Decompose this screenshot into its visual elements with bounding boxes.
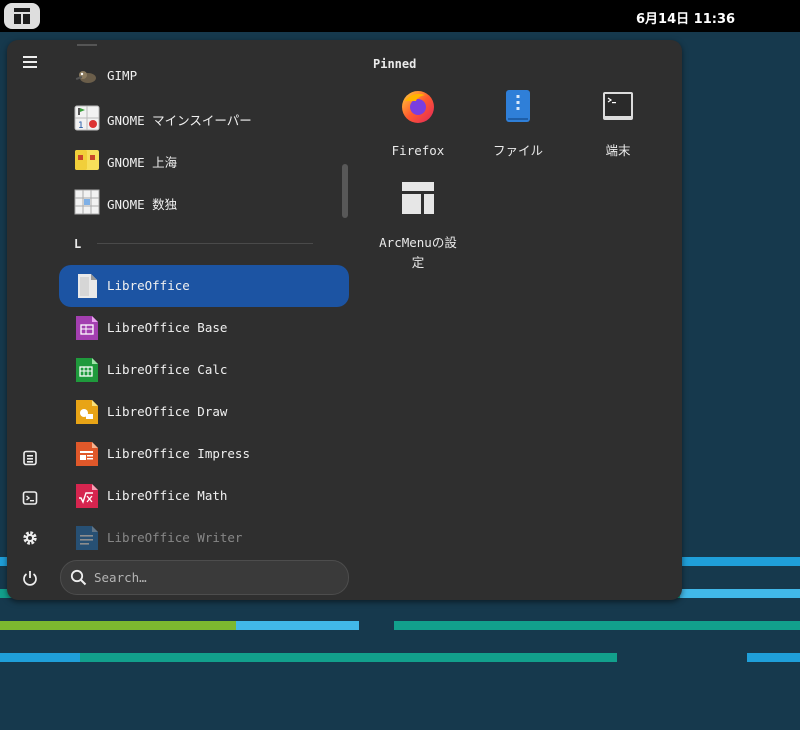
sudoku-icon — [74, 189, 100, 215]
arcmenu-settings-icon — [402, 182, 434, 214]
list-item-libreoffice-impress[interactable]: LibreOffice Impress — [59, 433, 349, 475]
pinned-title: Pinned — [373, 57, 417, 71]
list-item-libreoffice-math[interactable]: LibreOffice Math — [59, 475, 349, 517]
section-divider — [97, 243, 313, 244]
clock[interactable]: 6月14日 11:36 — [636, 8, 735, 27]
wallpaper-stripe — [0, 621, 236, 630]
pinned-label: 端末 — [605, 143, 631, 158]
wallpaper-stripe — [394, 621, 800, 630]
settings-button[interactable] — [17, 525, 43, 551]
wallpaper-stripe — [236, 621, 359, 630]
arcmenu-icon — [14, 8, 30, 24]
libreoffice-calc-icon — [76, 358, 98, 382]
list-item-mines[interactable]: 1 GNOME マインスイーパー — [59, 97, 349, 139]
pinned-label: Firefox — [391, 143, 445, 158]
list-item-libreoffice-writer[interactable]: LibreOffice Writer — [59, 517, 349, 550]
svg-text:1: 1 — [78, 121, 84, 131]
list-item-libreoffice[interactable]: LibreOffice — [59, 265, 349, 307]
list-item-label: LibreOffice Writer — [107, 530, 243, 545]
pinned-label: ArcMenuの設定 — [379, 235, 457, 270]
list-item-label: GIMP — [107, 68, 138, 83]
list-item-partial — [77, 44, 97, 46]
terminal-button[interactable] — [17, 485, 43, 511]
wallpaper-stripe — [0, 653, 80, 662]
libreoffice-draw-icon — [76, 400, 98, 424]
firefox-icon — [402, 91, 434, 123]
power-icon — [23, 571, 37, 586]
list-item-label: LibreOffice Draw — [107, 404, 228, 419]
pinned-firefox[interactable]: Firefox — [371, 87, 465, 161]
search-placeholder: Search… — [94, 570, 147, 585]
wallpaper-stripe — [680, 589, 800, 598]
list-item-libreoffice-draw[interactable]: LibreOffice Draw — [59, 391, 349, 433]
gimp-icon — [75, 71, 96, 83]
section-header: L — [74, 237, 82, 251]
libreoffice-icon — [78, 274, 97, 298]
wallpaper-stripe — [747, 653, 800, 662]
pinned-terminal[interactable]: 端末 — [571, 87, 665, 161]
list-item-gimp[interactable]: GIMP — [59, 55, 349, 97]
list-item-label: GNOME 上海 — [107, 155, 178, 170]
list-item-libreoffice-base[interactable]: LibreOffice Base — [59, 307, 349, 349]
menu-icon — [23, 56, 37, 68]
arcmenu-panel: GIMP 1 GNOME マインスイーパー GNOME 上海 GNOME 数独 … — [7, 40, 682, 600]
list-item-sudoku[interactable]: GNOME 数独 — [59, 181, 349, 223]
list-item-label: LibreOffice — [107, 278, 190, 293]
list-item-label: LibreOffice Math — [107, 488, 228, 503]
libreoffice-math-icon — [76, 484, 98, 508]
wallpaper-stripe — [80, 653, 617, 662]
list-item-label: LibreOffice Calc — [107, 362, 228, 377]
pinned-label: ファイル — [492, 143, 543, 158]
pinned-files[interactable]: ファイル — [471, 87, 565, 161]
terminal-icon — [22, 491, 38, 505]
terminal-icon — [603, 92, 633, 120]
search-input[interactable]: Search… — [60, 560, 349, 595]
search-icon — [70, 569, 87, 586]
document-icon — [23, 450, 37, 466]
files-icon — [506, 90, 530, 122]
list-item-label: GNOME 数独 — [107, 197, 178, 212]
list-item-mahjongg[interactable]: GNOME 上海 — [59, 139, 349, 181]
libreoffice-impress-icon — [76, 442, 98, 466]
list-item-libreoffice-calc[interactable]: LibreOffice Calc — [59, 349, 349, 391]
power-button[interactable] — [17, 565, 43, 591]
documents-button[interactable] — [17, 445, 43, 471]
mahjongg-icon — [75, 150, 99, 170]
app-list[interactable]: GIMP 1 GNOME マインスイーパー GNOME 上海 GNOME 数独 … — [59, 40, 349, 550]
activities-button[interactable] — [4, 3, 40, 29]
libreoffice-writer-icon — [76, 526, 98, 550]
list-item-label: LibreOffice Impress — [107, 446, 250, 461]
minesweeper-icon: 1 — [74, 105, 100, 131]
pinned-arcmenu-settings[interactable]: ArcMenuの設定 — [371, 179, 465, 273]
gear-icon — [23, 531, 37, 545]
top-bar: 6月14日 11:36 — [0, 0, 800, 32]
app-list-scrollbar[interactable] — [342, 164, 348, 218]
libreoffice-base-icon — [76, 316, 98, 340]
list-item-label: LibreOffice Base — [107, 320, 228, 335]
hamburger-button[interactable] — [17, 49, 43, 75]
list-item-label: GNOME マインスイーパー — [107, 113, 252, 128]
